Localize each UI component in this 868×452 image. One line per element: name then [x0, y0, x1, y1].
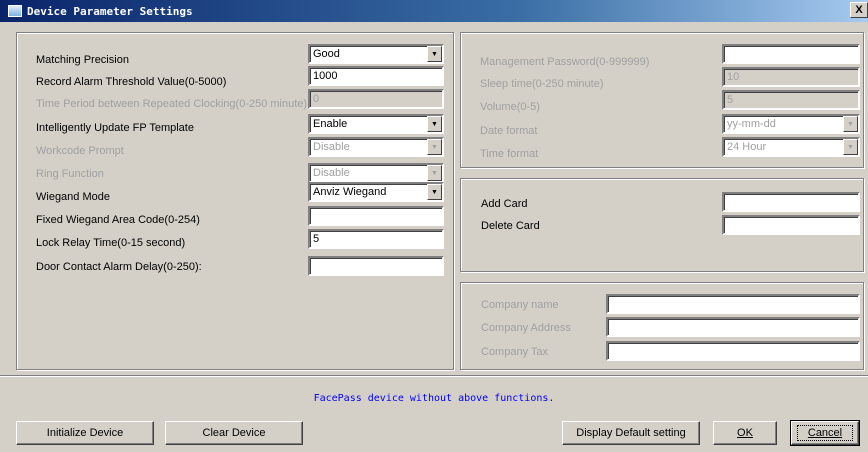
window-title: Device Parameter Settings [27, 4, 193, 18]
workcode-select[interactable]: Disable ▼ [308, 137, 444, 157]
ring-function-label: Ring Function [36, 168, 104, 180]
date-format-value: yy-mm-dd [727, 118, 776, 130]
cancel-button[interactable]: Cancel [790, 420, 860, 446]
wiegand-area-label: Fixed Wiegand Area Code(0-254) [36, 214, 200, 226]
sleep-time-label: Sleep time(0-250 minute) [480, 78, 604, 90]
dropdown-arrow-icon[interactable]: ▼ [427, 165, 442, 181]
update-fp-label: Intelligently Update FP Template [36, 122, 194, 134]
time-period-label: Time Period between Repeated Clocking(0-… [36, 98, 308, 110]
door-contact-label: Door Contact Alarm Delay(0-250): [36, 261, 202, 273]
record-alarm-input[interactable]: 1000 [308, 66, 444, 86]
facepass-note: FacePass device without above functions. [313, 393, 555, 404]
record-alarm-label: Record Alarm Threshold Value(0-5000) [36, 76, 227, 88]
separator [0, 375, 868, 377]
dropdown-arrow-icon[interactable]: ▼ [427, 184, 442, 200]
ring-function-value: Disable [313, 167, 350, 179]
ring-function-select[interactable]: Disable ▼ [308, 163, 444, 183]
volume-label: Volume(0-5) [480, 101, 540, 113]
initialize-device-button[interactable]: Initialize Device [16, 421, 154, 445]
sleep-time-input[interactable]: 10 [722, 67, 860, 87]
close-icon: X [855, 4, 863, 16]
update-fp-value: Enable [313, 118, 348, 130]
company-name-input[interactable] [606, 294, 860, 314]
display-default-button[interactable]: Display Default setting [562, 421, 700, 445]
initialize-device-label: Initialize Device [46, 427, 124, 439]
time-format-label: Time format [480, 148, 539, 160]
display-default-label: Display Default setting [576, 427, 686, 439]
matching-precision-label: Matching Precision [36, 54, 129, 66]
mgmt-password-input[interactable] [722, 44, 860, 64]
app-icon [8, 5, 22, 17]
mgmt-password-label: Management Password(0-999999) [480, 56, 650, 68]
delete-card-input[interactable] [722, 215, 860, 235]
add-card-label: Add Card [481, 198, 528, 210]
company-name-label: Company name [481, 299, 559, 311]
wiegand-mode-value: Anviz Wiegand [313, 186, 387, 198]
matching-precision-select[interactable]: Good ▼ [308, 44, 444, 64]
company-tax-input[interactable] [606, 341, 860, 361]
company-address-label: Company Address [481, 322, 571, 334]
dropdown-arrow-icon[interactable]: ▼ [427, 46, 442, 62]
company-address-input[interactable] [606, 317, 860, 337]
close-button[interactable]: X [850, 2, 868, 18]
lock-relay-input[interactable]: 5 [308, 229, 444, 249]
dropdown-arrow-icon[interactable]: ▼ [427, 139, 442, 155]
dropdown-arrow-icon[interactable]: ▼ [427, 116, 442, 132]
clear-device-button[interactable]: Clear Device [165, 421, 303, 445]
workcode-value: Disable [313, 141, 350, 153]
matching-precision-value: Good [313, 48, 340, 60]
cancel-label: Cancel [807, 427, 843, 439]
date-format-select[interactable]: yy-mm-dd ▼ [722, 114, 860, 134]
delete-card-label: Delete Card [481, 220, 540, 232]
update-fp-select[interactable]: Enable ▼ [308, 114, 444, 134]
date-format-label: Date format [480, 125, 538, 137]
ok-button[interactable]: OK [713, 421, 777, 445]
time-format-select[interactable]: 24 Hour ▼ [722, 137, 860, 157]
door-contact-input[interactable] [308, 256, 444, 276]
title-bar: Device Parameter Settings X [0, 0, 868, 22]
wiegand-mode-label: Wiegand Mode [36, 191, 110, 203]
volume-input[interactable]: 5 [722, 90, 860, 110]
clear-device-label: Clear Device [202, 427, 266, 439]
wiegand-area-input[interactable] [308, 206, 444, 226]
ok-label: OK [737, 427, 753, 439]
lock-relay-label: Lock Relay Time(0-15 second) [36, 237, 186, 249]
time-period-input[interactable]: 0 [308, 89, 444, 109]
time-format-value: 24 Hour [727, 141, 767, 153]
dropdown-arrow-icon[interactable]: ▼ [843, 116, 858, 132]
add-card-input[interactable] [722, 192, 860, 212]
workcode-label: Workcode Prompt [36, 145, 124, 157]
cancel-focus: Cancel [796, 425, 854, 441]
dropdown-arrow-icon[interactable]: ▼ [843, 139, 858, 155]
company-tax-label: Company Tax [481, 346, 549, 358]
wiegand-mode-select[interactable]: Anviz Wiegand ▼ [308, 182, 444, 202]
